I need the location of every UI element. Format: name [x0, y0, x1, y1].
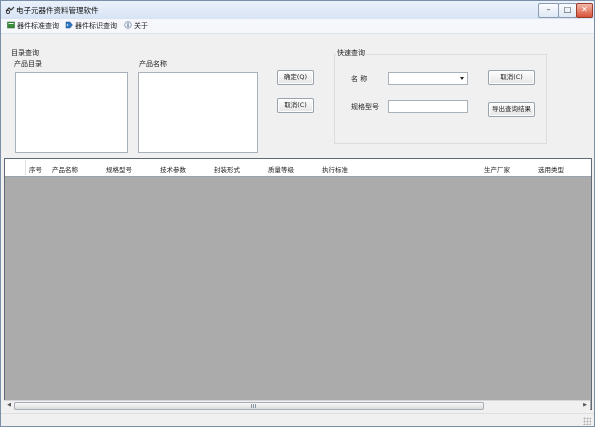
column-header[interactable]: 质量等级	[268, 164, 294, 174]
grid-header: 序号 产品名称 规格型号 技术参数 封装形式 质量等级 执行标准 生产厂家 选用…	[5, 159, 591, 177]
menu-item-about[interactable]: 关于	[124, 21, 148, 32]
product-name-listbox[interactable]	[138, 72, 258, 153]
column-separator	[25, 160, 26, 175]
results-grid[interactable]: 序号 产品名称 规格型号 技术参数 封装形式 质量等级 执行标准 生产厂家 选用…	[4, 158, 592, 410]
catalog-listbox[interactable]	[15, 72, 128, 153]
horizontal-scrollbar[interactable]: ◀ ▶	[4, 400, 590, 410]
column-header[interactable]: 产品名称	[52, 164, 78, 174]
app-icon	[5, 6, 15, 15]
menu-label: 器件标准查询	[17, 22, 59, 30]
column-header[interactable]: 生产厂家	[484, 164, 510, 174]
catalog-cancel-button[interactable]: 取消(C)	[277, 98, 314, 113]
chevron-down-icon[interactable]	[460, 77, 464, 80]
minimize-button[interactable]: –	[538, 3, 559, 18]
title-bar[interactable]: 电子元器件资料管理软件 – □ ✕	[1, 1, 594, 19]
menu-label: 器件标识查询	[75, 22, 117, 30]
column-header[interactable]: 执行标准	[322, 164, 348, 174]
column-header[interactable]: 规格型号	[106, 164, 132, 174]
name-combobox[interactable]	[388, 72, 468, 85]
resize-grip-icon[interactable]	[583, 417, 591, 425]
model-label: 规格型号	[351, 103, 379, 111]
model-input[interactable]	[388, 100, 468, 113]
scroll-left-icon[interactable]: ◀	[5, 402, 13, 409]
menu-label: 关于	[134, 22, 148, 30]
column-header[interactable]: 选用类型	[538, 164, 564, 174]
column-header[interactable]: 封装形式	[214, 164, 240, 174]
scroll-thumb[interactable]	[14, 402, 484, 410]
column-header[interactable]: 序号	[29, 164, 42, 174]
window-title: 电子元器件资料管理软件	[16, 6, 99, 15]
maximize-button[interactable]: □	[558, 3, 577, 18]
catalog-group-title: 目录查询	[11, 49, 39, 57]
menu-item-mark-query[interactable]: 器件标识查询	[65, 21, 117, 32]
quick-query-frame	[334, 54, 547, 144]
app-window: 电子元器件资料管理软件 – □ ✕ 器件标准查询 器件标识查询 关于 目录查询 …	[0, 0, 595, 427]
tag-icon	[65, 21, 73, 29]
scroll-right-icon[interactable]: ▶	[581, 402, 589, 409]
book-icon	[7, 21, 15, 29]
info-icon	[124, 21, 132, 29]
close-button[interactable]: ✕	[576, 3, 593, 18]
menu-item-standard-query[interactable]: 器件标准查询	[7, 21, 59, 32]
grip-icon	[251, 404, 257, 408]
quick-group-title: 快速查询	[336, 48, 366, 58]
quick-cancel-button[interactable]: 取消(C)	[488, 70, 535, 85]
column-header[interactable]: 技术参数	[160, 164, 186, 174]
confirm-button[interactable]: 确定(Q)	[277, 70, 314, 85]
menu-bar: 器件标准查询 器件标识查询 关于	[1, 19, 594, 34]
catalog-label: 产品目录	[14, 60, 42, 68]
export-results-button[interactable]: 导出查询结果	[488, 102, 535, 117]
product-name-label: 产品名称	[139, 60, 167, 68]
name-label: 名 称	[351, 75, 368, 83]
status-bar	[1, 413, 594, 426]
